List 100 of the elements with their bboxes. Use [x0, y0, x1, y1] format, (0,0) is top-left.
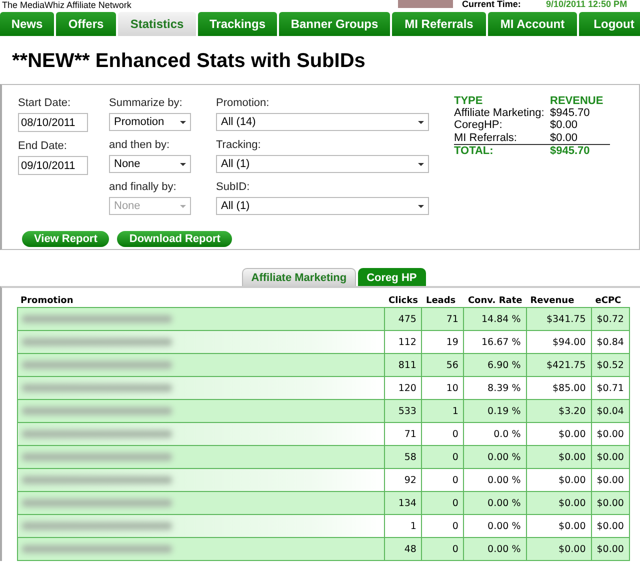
table-cell: 14.84 %: [464, 308, 526, 330]
table-cell: 10: [422, 376, 464, 400]
table-cell: $0.00: [526, 538, 592, 560]
dropdown[interactable]: None: [109, 155, 191, 173]
nav-tab[interactable]: Banner Groups: [279, 12, 390, 36]
date-field[interactable]: 08/10/2011: [18, 113, 88, 132]
column-header: TYPE: [454, 95, 484, 108]
table-cell: 0.00 %: [464, 514, 526, 538]
table-cell: 0.00 %: [464, 468, 526, 492]
caret-icon: [180, 162, 186, 166]
summary-cell-text: $945.70: [550, 107, 591, 120]
total-cell: TOTAL:: [454, 144, 550, 157]
caret-icon: [418, 204, 424, 208]
table-cell: 58: [384, 446, 422, 468]
table-cell: 0.00 %: [464, 492, 526, 514]
table-cell: $0.00: [526, 492, 592, 514]
column-header: REVENUE: [550, 95, 604, 108]
table-cell: 71: [384, 422, 422, 446]
nav-tab[interactable]: Trackings: [198, 12, 277, 36]
caret-icon: [180, 120, 186, 124]
dropdown[interactable]: All (14): [216, 113, 429, 131]
column-header: Clicks: [384, 294, 422, 308]
table-cell: $0.00: [591, 422, 630, 446]
nav-tab[interactable]: News: [0, 12, 54, 36]
dropdown[interactable]: All (1): [216, 197, 429, 215]
nav-tab[interactable]: MI Referrals: [392, 12, 486, 36]
table-cell: $0.00: [591, 514, 630, 538]
table-cell: 0: [422, 422, 464, 446]
column-header: Promotion: [18, 294, 384, 308]
table-cell: 56: [422, 354, 464, 376]
field-label: Start Date:: [18, 97, 72, 110]
table-cell: 112: [384, 330, 422, 354]
summary-cell-text: CoregHP:: [454, 119, 504, 132]
table-cell: $0.00: [591, 446, 630, 468]
dropdown[interactable]: All (1): [216, 155, 429, 173]
table-cell: $0.04: [591, 400, 630, 422]
caret-icon: [418, 120, 424, 124]
nav-tab[interactable]: MI Account: [488, 12, 577, 36]
table-cell: 0.00 %: [464, 446, 526, 468]
field-label: Promotion:: [216, 97, 270, 110]
table-cell: 811: [384, 354, 422, 376]
table-cell: 1: [422, 400, 464, 422]
photo-placeholder: [398, 0, 453, 8]
table-cell: 16.67 %: [464, 330, 526, 354]
table-cell: $94.00: [526, 330, 592, 354]
field-label: Summarize by:: [109, 97, 184, 110]
report-tab[interactable]: Affiliate Marketing: [242, 268, 356, 286]
caret-icon: [418, 162, 424, 166]
table-cell: $0.00: [526, 468, 592, 492]
summary-cell-text: $0.00: [550, 132, 579, 144]
table-cell: 120: [384, 376, 422, 400]
column-header: eCPC: [591, 294, 630, 308]
table-cell: 533: [384, 400, 422, 422]
field-label: SubID:: [216, 181, 251, 194]
table-cell: 8.39 %: [464, 376, 526, 400]
table-cell: $0.84: [591, 330, 630, 354]
total-cell: $945.70: [550, 144, 610, 157]
table-cell: 0.19 %: [464, 400, 526, 422]
table-cell: 6.90 %: [464, 354, 526, 376]
page-title: **NEW** Enhanced Stats with SubIDs: [12, 50, 366, 74]
table-cell: 0: [422, 468, 464, 492]
column-header: Leads: [422, 294, 464, 308]
site-title: The MediaWhiz Affiliate Network: [2, 0, 132, 10]
table-cell: $0.00: [526, 446, 592, 468]
report-tab[interactable]: Coreg HP: [358, 268, 426, 286]
table-cell: $0.00: [526, 422, 592, 446]
time-label: Current Time:: [462, 0, 521, 9]
table-cell: $0.52: [591, 354, 630, 376]
field-label: and then by:: [109, 139, 171, 152]
field-label: End Date:: [18, 140, 68, 153]
date-field[interactable]: 09/10/2011: [18, 156, 88, 175]
report-button[interactable]: Download Report: [117, 231, 232, 247]
table-cell: $3.20: [526, 400, 592, 422]
field-label: Tracking:: [216, 139, 262, 152]
table-cell: 0: [422, 514, 464, 538]
table-cell: $0.00: [591, 468, 630, 492]
report-button[interactable]: View Report: [22, 231, 110, 247]
table-cell: $0.00: [591, 538, 630, 560]
column-header: Revenue: [526, 294, 592, 308]
table-cell: $85.00: [526, 376, 592, 400]
table-cell: $421.75: [526, 354, 592, 376]
table-cell: 0: [422, 446, 464, 468]
column-header: Conv. Rate: [464, 294, 526, 308]
table-cell: $341.75: [526, 308, 592, 330]
table-cell: 475: [384, 308, 422, 330]
nav-tab[interactable]: Statistics: [118, 12, 196, 36]
table-cell: 1: [384, 514, 422, 538]
table-cell: 92: [384, 468, 422, 492]
dropdown[interactable]: Promotion: [109, 113, 191, 131]
table-cell: 0.0 %: [464, 422, 526, 446]
nav-tab[interactable]: Offers: [56, 12, 116, 36]
nav-tab[interactable]: Logout: [579, 12, 640, 36]
caret-icon: [180, 204, 186, 208]
table-cell: 0: [422, 538, 464, 560]
table-cell: 48: [384, 538, 422, 560]
table-cell: 0: [422, 492, 464, 514]
table-cell: $0.72: [591, 308, 630, 330]
summary-cell-text: Affiliate Marketing:: [454, 107, 546, 120]
table-cell: 71: [422, 308, 464, 330]
summary-cell-text: MI Referrals:: [454, 132, 518, 144]
